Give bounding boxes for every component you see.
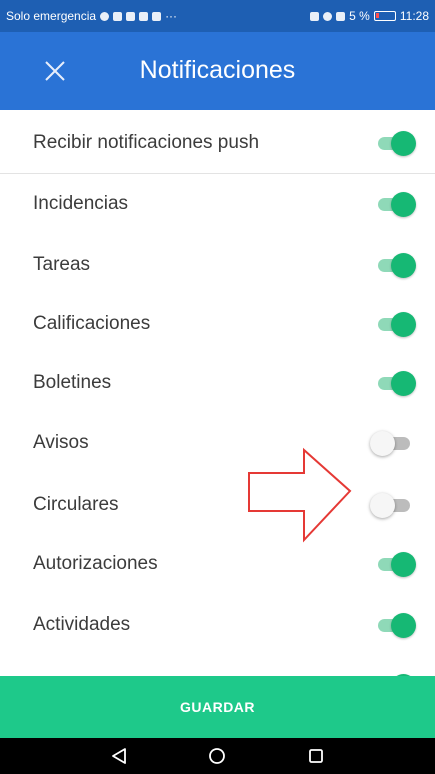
notification-icon [113, 11, 123, 21]
master-push-toggle[interactable] [374, 130, 416, 156]
setting-toggle[interactable] [370, 430, 416, 456]
setting-label: Boletines [33, 371, 112, 393]
master-push-label: Recibir notificaciones push [33, 131, 260, 153]
status-time: 11:28 [399, 9, 429, 23]
setting-label: Circulares [33, 493, 119, 515]
notification-settings-list: Recibir notificaciones push Incidencias … [0, 110, 435, 676]
home-icon[interactable] [205, 744, 229, 768]
toggle-thumb [391, 252, 416, 278]
setting-toggle[interactable] [374, 191, 416, 217]
status-right: 5 % 11:28 [310, 9, 429, 23]
setting-row-tareas[interactable]: Tareas [0, 235, 435, 294]
vibrate-icon [310, 11, 320, 21]
setting-label: Avisos [33, 431, 89, 453]
setting-toggle[interactable] [374, 252, 416, 278]
notification-icon [152, 11, 162, 21]
setting-row-incidencias[interactable]: Incidencias [0, 174, 435, 233]
setting-label: Calificaciones [33, 312, 151, 334]
toggle-thumb [370, 492, 395, 518]
save-button[interactable]: GUARDAR [0, 676, 435, 738]
page-title: Notificaciones [139, 56, 296, 84]
toggle-thumb [391, 612, 416, 638]
setting-label: Incidencias [33, 192, 129, 214]
setting-row-actividades[interactable]: Actividades [0, 595, 435, 654]
home-icon-glyph [209, 748, 226, 764]
cloud-icon [139, 11, 149, 21]
wifi-icon [323, 11, 333, 21]
system-nav-bar [0, 738, 435, 774]
setting-toggle[interactable] [374, 370, 416, 396]
setting-label: Autorizaciones [33, 552, 158, 574]
setting-label: Tareas [33, 253, 91, 275]
back-icon-glyph [112, 748, 127, 764]
setting-toggle[interactable] [374, 311, 416, 337]
setting-row-calificaciones[interactable]: Calificaciones [0, 294, 435, 353]
setting-row-autorizaciones[interactable]: Autorizaciones [0, 534, 435, 593]
app-bar: Notificaciones [0, 32, 435, 110]
setting-toggle[interactable] [374, 551, 416, 577]
notification-icon [126, 11, 136, 21]
notification-icon [100, 11, 110, 21]
recents-icon-glyph [308, 749, 323, 763]
toggle-thumb [391, 191, 416, 217]
setting-row-avisos[interactable]: Avisos [0, 413, 435, 472]
sim-icon [336, 11, 346, 21]
arrow-shape [248, 447, 352, 543]
setting-row-partial[interactable] [0, 656, 435, 676]
status-bar: Solo emergencia ··· 5 % 11:28 [0, 0, 435, 32]
battery-percent: 5 % [349, 9, 370, 23]
setting-toggle[interactable] [374, 612, 416, 638]
toggle-thumb [391, 311, 416, 337]
setting-row-boletines[interactable]: Boletines [0, 353, 435, 412]
toggle-thumb [391, 130, 416, 156]
carrier-text: Solo emergencia [6, 9, 97, 23]
annotation-arrow-icon [248, 447, 352, 543]
more-notifications-icon: ··· [165, 9, 178, 23]
setting-label: Actividades [33, 613, 131, 635]
status-left: Solo emergencia ··· [6, 9, 177, 23]
toggle-thumb [370, 430, 395, 456]
toggle-thumb [391, 551, 416, 577]
toggle-thumb [391, 370, 416, 396]
back-icon[interactable] [107, 744, 131, 768]
recents-icon[interactable] [304, 744, 328, 768]
setting-row-circulares[interactable]: Circulares [0, 475, 435, 534]
setting-toggle[interactable] [370, 492, 416, 518]
battery-icon [373, 11, 396, 21]
master-push-row[interactable]: Recibir notificaciones push [0, 113, 435, 174]
